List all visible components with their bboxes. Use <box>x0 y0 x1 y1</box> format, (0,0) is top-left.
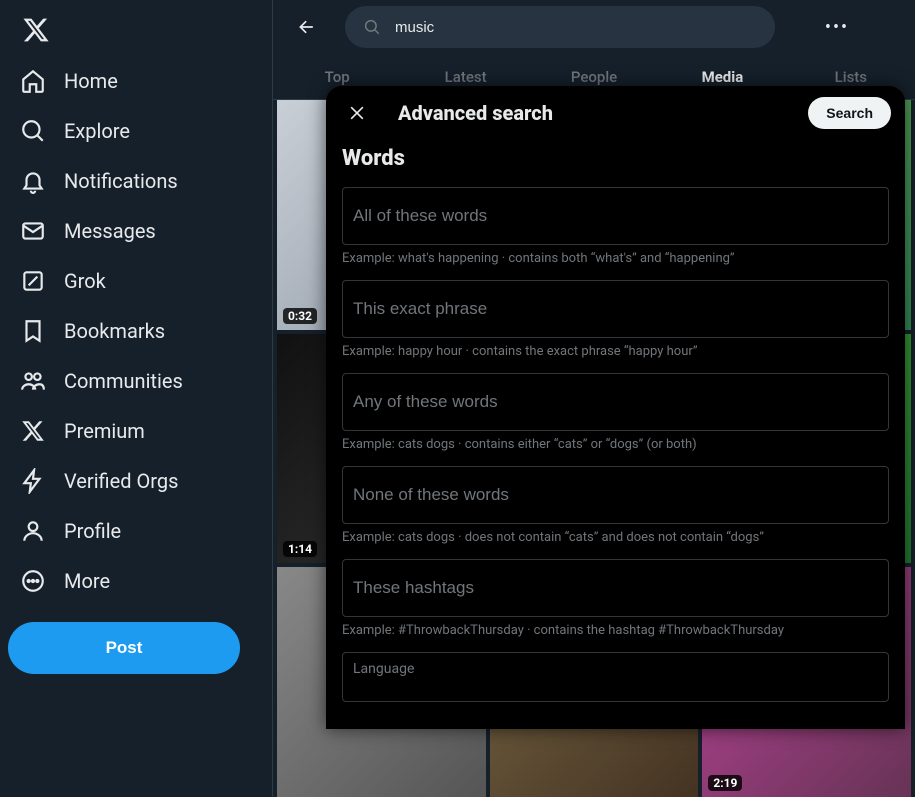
field-exact-phrase: Example: happy hour · contains the exact… <box>342 280 889 359</box>
more-button[interactable]: ••• <box>819 9 855 45</box>
nav-more[interactable]: More <box>8 558 264 604</box>
nav-label: Grok <box>64 269 106 293</box>
nav-label: Home <box>64 69 118 93</box>
none-words-input[interactable] <box>342 466 889 524</box>
top-bar: ••• <box>273 0 915 54</box>
close-button[interactable] <box>340 96 374 130</box>
duration-badge: 1:14 <box>283 541 317 557</box>
section-heading-words: Words <box>342 146 889 171</box>
more-icon <box>20 568 46 594</box>
nav-label: Premium <box>64 419 145 443</box>
nav-home[interactable]: Home <box>8 58 264 104</box>
x-logo[interactable] <box>12 6 60 54</box>
nav-messages[interactable]: Messages <box>8 208 264 254</box>
field-hashtags: Example: #ThrowbackThursday · contains t… <box>342 559 889 638</box>
communities-icon <box>20 368 46 394</box>
nav-profile[interactable]: Profile <box>8 508 264 554</box>
nav-label: Messages <box>64 219 156 243</box>
language-label: Language <box>353 661 414 677</box>
nav-label: Communities <box>64 369 183 393</box>
nav-label: Bookmarks <box>64 319 165 343</box>
mail-icon <box>20 218 46 244</box>
nav-communities[interactable]: Communities <box>8 358 264 404</box>
nav-bookmarks[interactable]: Bookmarks <box>8 308 264 354</box>
nav-label: More <box>64 569 110 593</box>
search-icon <box>20 118 46 144</box>
search-box[interactable] <box>345 6 775 48</box>
nav-label: Verified Orgs <box>64 469 178 493</box>
search-input[interactable] <box>395 19 757 36</box>
search-icon <box>363 18 381 36</box>
nav-label: Profile <box>64 519 121 543</box>
duration-badge: 0:32 <box>283 308 317 324</box>
advanced-search-modal: Advanced search Search Words Example: wh… <box>326 86 905 729</box>
duration-badge: 2:19 <box>708 775 742 791</box>
modal-body: Words Example: what's happening · contai… <box>326 140 905 729</box>
search-button[interactable]: Search <box>808 97 891 129</box>
bookmark-icon <box>20 318 46 344</box>
nav-label: Explore <box>64 119 130 143</box>
hint-text: Example: #ThrowbackThursday · contains t… <box>342 623 889 638</box>
hashtags-input[interactable] <box>342 559 889 617</box>
bell-icon <box>20 168 46 194</box>
nav-explore[interactable]: Explore <box>8 108 264 154</box>
hint-text: Example: cats dogs · does not contain “c… <box>342 530 889 545</box>
exact-phrase-input[interactable] <box>342 280 889 338</box>
home-icon <box>20 68 46 94</box>
nav-notifications[interactable]: Notifications <box>8 158 264 204</box>
any-words-input[interactable] <box>342 373 889 431</box>
modal-title: Advanced search <box>398 101 553 125</box>
language-select[interactable]: Language <box>342 652 889 702</box>
hint-text: Example: cats dogs · contains either “ca… <box>342 437 889 452</box>
nav-label: Notifications <box>64 169 178 193</box>
modal-header: Advanced search Search <box>326 86 905 140</box>
field-none-words: Example: cats dogs · does not contain “c… <box>342 466 889 545</box>
hint-text: Example: what's happening · contains bot… <box>342 251 889 266</box>
left-nav: Home Explore Notifications Messages Grok… <box>0 0 272 797</box>
nav-premium[interactable]: Premium <box>8 408 264 454</box>
all-words-input[interactable] <box>342 187 889 245</box>
nav-verified-orgs[interactable]: Verified Orgs <box>8 458 264 504</box>
profile-icon <box>20 518 46 544</box>
grok-icon <box>20 268 46 294</box>
x-icon <box>20 418 46 444</box>
lightning-icon <box>20 468 46 494</box>
nav-grok[interactable]: Grok <box>8 258 264 304</box>
post-button[interactable]: Post <box>8 622 240 674</box>
field-all-words: Example: what's happening · contains bot… <box>342 187 889 266</box>
field-any-words: Example: cats dogs · contains either “ca… <box>342 373 889 452</box>
back-button[interactable] <box>289 9 325 45</box>
hint-text: Example: happy hour · contains the exact… <box>342 344 889 359</box>
